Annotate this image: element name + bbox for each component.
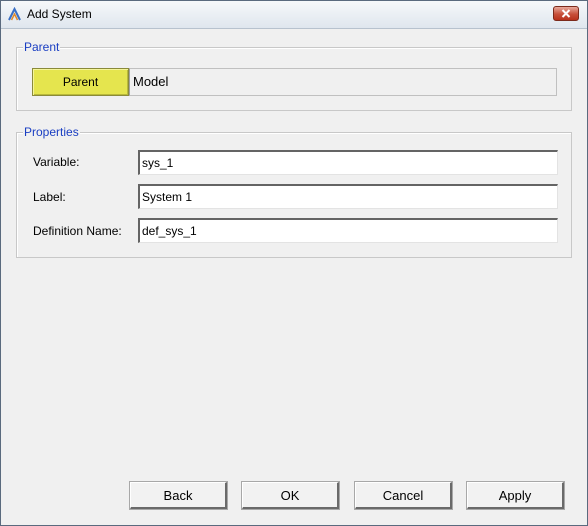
variable-label: Variable: bbox=[33, 155, 80, 169]
properties-group-legend: Properties bbox=[23, 125, 80, 139]
parent-group-legend: Parent bbox=[23, 40, 61, 54]
window-title: Add System bbox=[27, 7, 92, 21]
label-input[interactable] bbox=[138, 184, 558, 209]
ok-button[interactable]: OK bbox=[241, 481, 340, 510]
app-logo-icon bbox=[7, 6, 22, 22]
close-button[interactable] bbox=[553, 6, 579, 21]
add-system-dialog: Add System Parent Parent Model Propertie… bbox=[0, 0, 588, 526]
close-icon bbox=[561, 9, 571, 18]
title-bar[interactable]: Add System bbox=[1, 1, 587, 29]
label-label: Label: bbox=[33, 190, 66, 204]
back-button[interactable]: Back bbox=[129, 481, 228, 510]
definition-name-input[interactable] bbox=[138, 218, 558, 243]
properties-group: Properties Variable: Label: Definition N… bbox=[16, 125, 572, 258]
definition-name-label: Definition Name: bbox=[33, 224, 122, 238]
parent-button[interactable]: Parent bbox=[32, 68, 129, 96]
cancel-button[interactable]: Cancel bbox=[354, 481, 453, 510]
apply-button[interactable]: Apply bbox=[466, 481, 565, 510]
parent-group: Parent Parent Model bbox=[16, 40, 572, 111]
parent-value-field: Model bbox=[129, 68, 557, 96]
variable-input[interactable] bbox=[138, 150, 558, 175]
